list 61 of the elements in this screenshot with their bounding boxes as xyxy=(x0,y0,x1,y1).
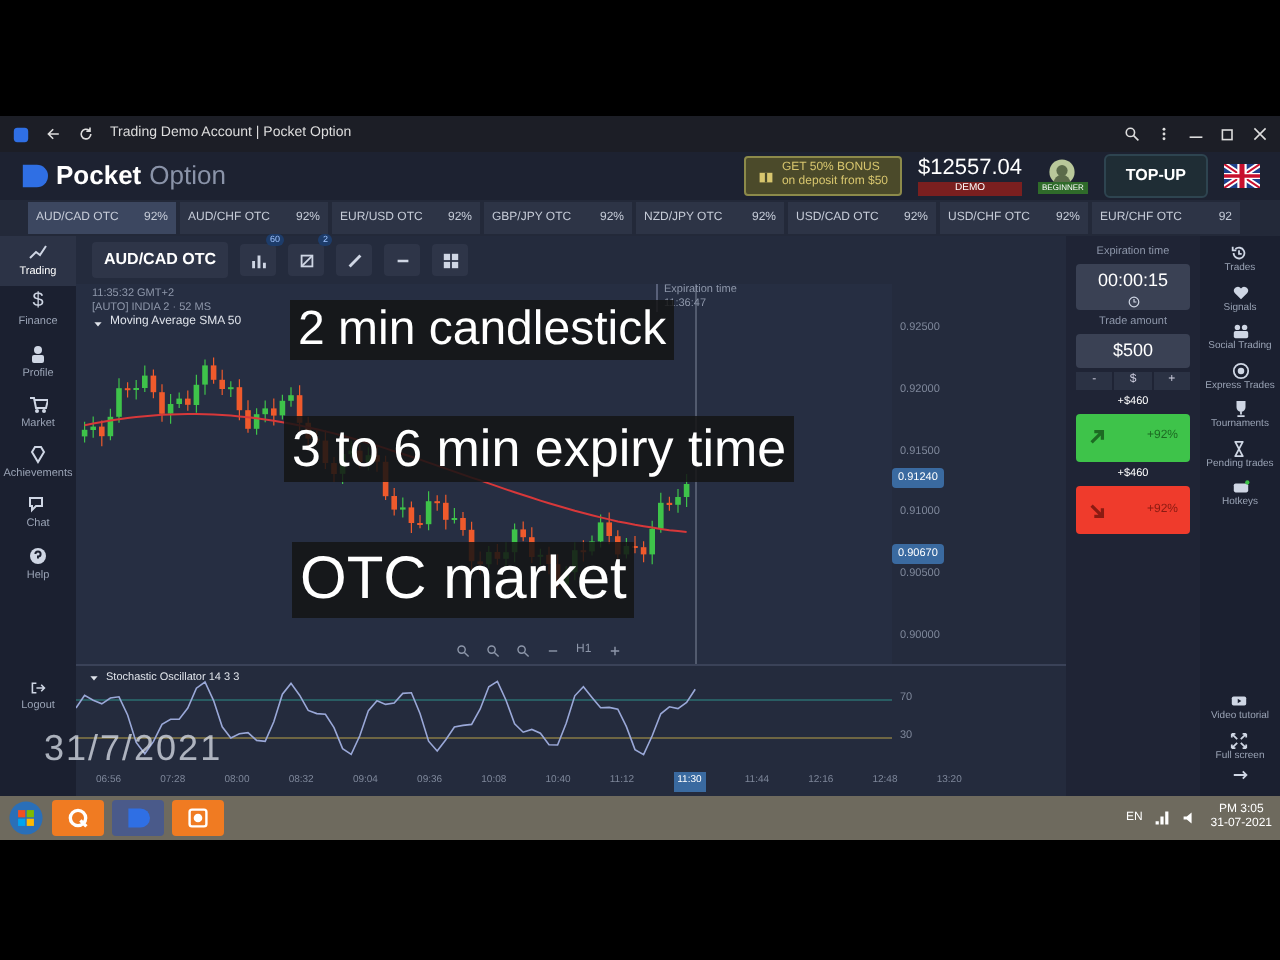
indicators-button[interactable] xyxy=(240,244,276,276)
search-icon[interactable] xyxy=(1124,126,1140,142)
dollar-icon: $ xyxy=(32,292,44,313)
caret-icon[interactable] xyxy=(88,672,100,685)
zoom-out-icon[interactable] xyxy=(516,644,530,658)
trophy-icon xyxy=(1231,400,1249,418)
layout-button[interactable] xyxy=(432,244,468,276)
hourglass-icon xyxy=(1230,439,1249,457)
grid-icon xyxy=(441,251,459,269)
amount-field[interactable]: $500 xyxy=(1076,334,1190,367)
heart-icon xyxy=(1231,283,1249,301)
taskbar-app[interactable] xyxy=(52,800,104,836)
caption-text: OTC market xyxy=(292,542,635,617)
network-icon[interactable] xyxy=(1154,810,1171,826)
drawing-tools-icon xyxy=(297,251,315,269)
date-text: 31/7/2021 xyxy=(44,730,223,766)
plus-icon[interactable] xyxy=(607,644,622,658)
zoom-in-icon[interactable] xyxy=(456,644,470,658)
start-button-icon[interactable] xyxy=(8,800,44,836)
asset-selector[interactable]: AUD/CAD OTC xyxy=(92,242,228,278)
reload-icon[interactable] xyxy=(78,126,94,142)
arrow-up-icon xyxy=(1088,428,1106,447)
video-icon xyxy=(1230,692,1249,710)
avatar-icon[interactable] xyxy=(1046,158,1079,186)
minus-icon[interactable] xyxy=(546,644,560,658)
help-icon xyxy=(28,545,48,565)
maximize-icon[interactable] xyxy=(1220,126,1236,142)
close-icon[interactable] xyxy=(1252,126,1268,142)
diamond-icon xyxy=(28,444,48,464)
chart-line-icon xyxy=(28,242,48,262)
pen-button[interactable] xyxy=(336,244,372,276)
arrow-down-icon xyxy=(1088,501,1106,519)
logout-icon xyxy=(30,679,46,696)
history-icon xyxy=(1230,244,1249,262)
cart-icon xyxy=(28,393,48,414)
brand-logo-icon xyxy=(126,806,150,830)
people-icon xyxy=(1231,322,1249,340)
q-logo-icon xyxy=(66,806,90,830)
arrow-right-icon[interactable] xyxy=(1231,766,1249,784)
top-up-button[interactable]: TOP-UP xyxy=(1103,154,1208,198)
balance: $12557.04 xyxy=(918,155,1023,179)
bar-chart-icon xyxy=(249,251,267,269)
person-icon xyxy=(28,343,48,363)
caret-icon[interactable] xyxy=(92,318,104,331)
drawings-button[interactable] xyxy=(288,244,324,276)
site-logo-icon xyxy=(12,125,30,143)
caption-text: 3 to 6 min expiry time xyxy=(284,416,795,481)
recorder-icon xyxy=(186,806,210,830)
taskbar-app[interactable] xyxy=(172,800,224,836)
pen-icon xyxy=(345,251,363,269)
target-icon xyxy=(1231,361,1249,379)
brand-name: Pocket xyxy=(56,158,142,195)
brand-logo-icon xyxy=(20,162,48,190)
chat-icon xyxy=(28,494,48,515)
minus-button[interactable] xyxy=(384,244,420,276)
brand-name-suffix: Option xyxy=(149,158,226,195)
back-icon[interactable] xyxy=(46,126,62,142)
expiration-field[interactable]: 00:00:15 xyxy=(1076,264,1190,310)
expand-icon xyxy=(1230,731,1249,749)
clock-icon xyxy=(1127,295,1139,308)
language-flag-icon[interactable] xyxy=(1224,164,1260,188)
